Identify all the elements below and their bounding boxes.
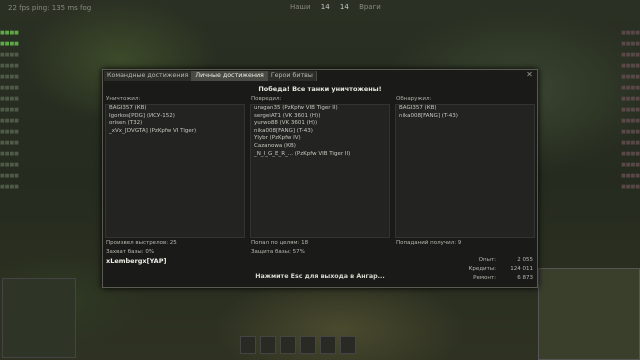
list-item: uragan35 (PzKpfw VIB Tiger II) (254, 105, 338, 111)
destroyed-column: Уничтожил: BAGI357 (КВ) Igorkos[PDG] (ИС… (105, 96, 245, 238)
list-item: nika008[FANG] (T-43) (254, 127, 313, 134)
close-icon[interactable]: ✕ (525, 70, 534, 80)
spotted-list: BAGI357 (КВ) nika008[FANG] (T-43) (395, 104, 535, 238)
shell-slot[interactable] (280, 336, 296, 354)
spotted-column: Обнаружил: BAGI357 (КВ) nika008[FANG] (T… (395, 96, 535, 238)
list-item: BAGI357 (КВ) (109, 105, 147, 111)
list-item: nika008[FANG] (T-43) (399, 112, 458, 119)
list-item: Cazanowa (КВ) (254, 142, 296, 149)
list-item: yurwo88 (VK 3601 (H)) (254, 120, 318, 127)
fps-ping-readout: 22 fps ping: 135 ms fog (8, 4, 92, 12)
consumable-slot[interactable] (320, 336, 336, 354)
battle-result-headline: Победа! Все танки уничтожены! (258, 85, 382, 93)
damaged-label: Повредил: (251, 96, 282, 102)
list-item: _N_I_G_E_R_... (PzKpfw VIB Tiger II) (254, 150, 351, 157)
ally-team-list: ■■■■ ■■■■ ■■■■ ■■■■ ■■■■ ■■■■ ■■■■ ■■■■ ■■■■ ■■… (0, 30, 19, 190)
damaged-column: Повредил: uragan35 (PzKpfw VIB Tiger II)… (250, 96, 390, 238)
top-hud: 22 fps ping: 135 ms fog Наши 14 14 Враги (0, 0, 640, 16)
tab-battle-heroes[interactable]: Герои битвы (267, 71, 317, 81)
battle-results-window: Командные достижения Личные достижения Г… (102, 69, 538, 288)
damaged-list: uragan35 (PzKpfw VIB Tiger II) sergeiAT1… (250, 104, 390, 238)
ally-score: 14 (320, 3, 330, 11)
damage-panel (2, 278, 76, 358)
spotted-label: Обнаружил: (396, 96, 432, 102)
list-item: _xVx_[DVGTA] (PzKpfw VI Tiger) (109, 127, 197, 134)
list-item: orisen (T32) (109, 120, 143, 127)
hits-received-stat: Попаданий получил: 9 (396, 240, 462, 246)
results-tabs: Командные достижения Личные достижения Г… (104, 71, 317, 81)
score-panel: Наши 14 14 Враги (286, 3, 385, 11)
ally-team-label: Наши (290, 3, 311, 11)
list-item: Igorkos[PDG] (ИСУ-152) (109, 112, 175, 119)
shots-fired-stat: Произвел выстрелов: 25 (106, 240, 177, 246)
destroyed-list: BAGI357 (КВ) Igorkos[PDG] (ИСУ-152) oris… (105, 104, 245, 238)
enemy-score: 14 (339, 3, 349, 11)
base-capture-stat: Захват базы: 0% (106, 249, 155, 255)
list-item: sergeiAT1 (VK 3601 (H)) (254, 112, 321, 119)
enemy-team-label: Враги (359, 3, 381, 11)
shell-slot[interactable] (240, 336, 256, 354)
player-name: xLembergx[YAP] (106, 257, 167, 265)
consumables-bar (240, 336, 400, 356)
list-item: Ylybr (PzKpfw IV) (254, 135, 301, 142)
base-defense-stat: Защита базы: 57% (251, 249, 305, 255)
hits-stat: Попал по целям: 18 (251, 240, 309, 246)
tab-team-achievements[interactable]: Командные достижения (104, 71, 193, 81)
tab-personal-achievements[interactable]: Личные достижения (192, 71, 268, 81)
xp-value: 2 055 (517, 257, 533, 263)
list-item: BAGI357 (КВ) (399, 105, 437, 111)
consumable-slot[interactable] (340, 336, 356, 354)
destroyed-label: Уничтожил: (106, 96, 141, 102)
shell-slot[interactable] (260, 336, 276, 354)
credits-value: 124 011 (510, 266, 533, 272)
esc-hint: Нажмите Esc для выхода в Ангар... (255, 273, 385, 280)
minimap[interactable] (538, 268, 640, 360)
enemy-team-list: ■■■■ ■■■■ ■■■■ ■■■■ ■■■■ ■■■■ ■■■■ ■■■■ ■■■■ ■■… (621, 30, 640, 190)
consumable-slot[interactable] (300, 336, 316, 354)
